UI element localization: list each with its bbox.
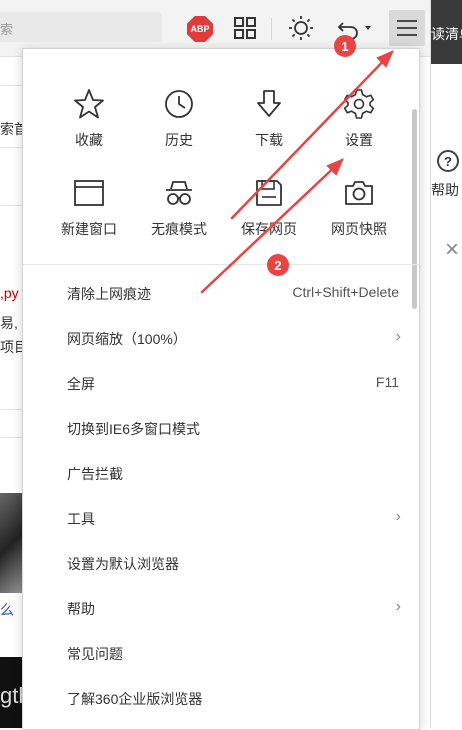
clear-history-item[interactable]: 清除上网痕迹 Ctrl+Shift+Delete (23, 271, 419, 316)
menu-item-shortcut: F11 (375, 374, 399, 390)
save-icon (249, 173, 289, 213)
menu-item-label: 工具 (67, 511, 95, 527)
incognito-icon (159, 173, 199, 213)
menu-item-label: 网页缩放（100%） (67, 331, 187, 347)
menu-item-label: 常见问题 (67, 646, 123, 662)
menu-item-label: 切换到IE6多窗口模式 (67, 421, 201, 437)
tools-item[interactable]: 工具 › (23, 496, 419, 541)
save-page-label: 保存网页 (241, 221, 297, 237)
favorites-label: 收藏 (75, 132, 103, 148)
side-panel-header: 读清单 (431, 0, 462, 64)
page-text: 索首 (0, 121, 24, 137)
annotation-badge-2: 2 (267, 254, 289, 276)
content-divider (0, 205, 24, 206)
menu-item-label: 全屏 (67, 376, 95, 392)
settings-label: 设置 (345, 132, 373, 148)
settings-button[interactable]: 设置 (317, 84, 401, 154)
menu-item-label: 了解360企业版浏览器 (67, 691, 203, 707)
content-divider (0, 437, 24, 438)
grid-icon[interactable] (231, 14, 259, 42)
menu-item-label: 帮助 (67, 601, 95, 617)
chevron-right-icon: › (395, 508, 401, 525)
reading-list-label[interactable]: 读清单 (431, 24, 462, 44)
banner-text: gth (0, 683, 24, 708)
page-content: 索首 ,py 易, 项目 么 gth (0, 57, 24, 728)
downloads-label: 下载 (255, 132, 283, 148)
brightness-icon[interactable] (287, 14, 315, 42)
close-icon[interactable]: × (445, 236, 459, 264)
menu-item-label: 设置为默认浏览器 (67, 556, 179, 572)
zoom-item[interactable]: 网页缩放（100%） › (23, 316, 419, 361)
new-window-label: 新建窗口 (61, 221, 117, 237)
adblock-item[interactable]: 广告拦截 (23, 451, 419, 496)
snapshot-button[interactable]: 网页快照 (317, 173, 401, 243)
history-label: 历史 (165, 132, 193, 148)
annotation-badge-1: 1 (334, 35, 356, 57)
ie6-mode-item[interactable]: 切换到IE6多窗口模式 (23, 406, 419, 451)
main-menu: 收藏 历史 下载 设置 新建窗口 无痕模式 保存网页 网页快照 清除上网痕迹 C… (22, 48, 420, 730)
incognito-button[interactable]: 无痕模式 (137, 173, 221, 243)
new-window-button[interactable]: 新建窗口 (47, 173, 131, 243)
gear-icon (339, 84, 379, 124)
result-link[interactable]: ,py (0, 285, 19, 301)
side-panel: 读清单 ? 帮助 × (430, 0, 462, 728)
toolbar-divider (271, 18, 272, 40)
thumbnail-image (0, 493, 24, 593)
menu-item-label: 广告拦截 (67, 466, 123, 482)
adblock-icon[interactable]: ABP (187, 16, 213, 42)
address-bar[interactable]: 索 (0, 12, 162, 42)
chevron-right-icon: › (395, 328, 401, 345)
help-label[interactable]: 帮助 (431, 180, 459, 200)
camera-icon (339, 173, 379, 213)
menu-item-shortcut: Ctrl+Shift+Delete (292, 284, 399, 300)
save-page-button[interactable]: 保存网页 (227, 173, 311, 243)
clock-icon (159, 84, 199, 124)
menu-icon[interactable] (389, 10, 425, 46)
result-link[interactable]: 么 (0, 600, 14, 620)
content-divider (0, 409, 24, 410)
menu-divider (23, 264, 419, 265)
default-browser-item[interactable]: 设置为默认浏览器 (23, 541, 419, 586)
downloads-button[interactable]: 下载 (227, 84, 311, 154)
snapshot-label: 网页快照 (331, 221, 387, 237)
menu-item-label: 清除上网痕迹 (67, 286, 151, 302)
enterprise-item[interactable]: 了解360企业版浏览器 (23, 676, 419, 721)
faq-item[interactable]: 常见问题 (23, 631, 419, 676)
download-icon (249, 84, 289, 124)
window-icon (69, 173, 109, 213)
help-icon[interactable]: ? (437, 150, 459, 172)
history-button[interactable]: 历史 (137, 84, 221, 154)
page-text: 易, (0, 315, 18, 331)
favorites-button[interactable]: 收藏 (47, 84, 131, 154)
fullscreen-item[interactable]: 全屏 F11 (23, 361, 419, 406)
content-divider (0, 147, 24, 148)
dark-banner: gth (0, 657, 24, 728)
star-icon (69, 84, 109, 124)
address-text: 索 (0, 22, 14, 37)
content-divider (0, 85, 24, 86)
page-text: 项目 (0, 339, 24, 355)
chevron-right-icon: › (395, 598, 401, 615)
incognito-label: 无痕模式 (151, 221, 207, 237)
help-item[interactable]: 帮助 › (23, 586, 419, 631)
